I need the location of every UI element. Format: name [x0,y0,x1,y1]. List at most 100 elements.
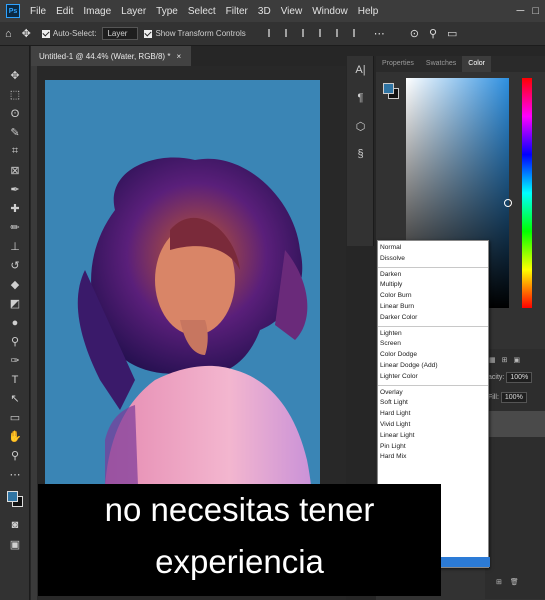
blend-color-burn[interactable]: Color Burn [378,291,488,302]
options-icon[interactable]: ▣ [514,356,521,364]
healing-icon[interactable]: ✚ [0,199,30,218]
rectangle-icon[interactable]: ▭ [0,408,30,427]
highlighted-blend-item[interactable] [440,557,490,567]
opacity-field[interactable]: 100% [506,372,533,383]
blend-linear-light[interactable]: Linear Light [378,431,488,442]
blend-dissolve[interactable]: Dissolve [378,254,488,265]
align-bottom-icon[interactable] [352,28,362,37]
pen-icon[interactable]: ✑ [0,351,30,370]
menu-file[interactable]: File [30,6,46,17]
layer-row-selected[interactable] [485,411,545,437]
blend-darken[interactable]: Darken [378,270,488,281]
fill-field[interactable]: 100% [500,392,527,403]
stamp-icon[interactable]: ⊥ [0,237,30,256]
tab-color[interactable]: Color [462,56,491,72]
panel-tabs: Properties Swatches Color [376,56,545,72]
character-panel-icon[interactable]: A| [347,56,374,84]
document-canvas[interactable] [45,80,320,540]
blend-multiply[interactable]: Multiply [378,280,488,291]
hue-slider[interactable] [522,78,532,308]
type-icon[interactable]: T [0,370,30,389]
move-icon[interactable]: ✥ [0,66,30,85]
auto-select-dropdown[interactable]: Layer [102,27,139,40]
crop-icon[interactable]: ⌗ [0,142,30,161]
eraser-icon[interactable]: ◆ [0,275,30,294]
foreground-color-swatch[interactable] [7,491,18,502]
auto-select-checkbox[interactable] [41,29,50,38]
blend-screen[interactable]: Screen [378,339,488,350]
bucket-icon[interactable]: ◩ [0,294,30,313]
eyedropper-icon[interactable]: ✒ [0,180,30,199]
blend-soft-light[interactable]: Soft Light [378,398,488,409]
tab-properties[interactable]: Properties [376,56,420,72]
menu-3d[interactable]: 3D [258,6,271,17]
align-top-icon[interactable] [318,28,328,37]
menu-view[interactable]: View [281,6,303,17]
menu-filter[interactable]: Filter [226,6,248,17]
move-tool-icon[interactable]: ✥ [22,27,31,40]
align-middle-icon[interactable] [335,28,345,37]
dodge-icon[interactable]: ⚲ [0,332,30,351]
delete-layer-icon[interactable]: 🗑 [510,578,519,586]
path-select-icon[interactable]: ↖ [0,389,30,408]
quick-mask-icon[interactable]: ◙ [0,515,30,534]
menu-layer[interactable]: Layer [121,6,146,17]
menu-help[interactable]: Help [358,6,379,17]
link-icon[interactable]: ⊞ [502,356,508,364]
workspace-icon[interactable]: ▭ [447,27,457,40]
more-icon[interactable]: ⋯ [0,465,30,484]
align-left-icon[interactable] [267,28,277,37]
tab-swatches[interactable]: Swatches [420,56,462,72]
panel-foreground-swatch[interactable] [383,83,394,94]
align-center-icon[interactable] [284,28,294,37]
3d-panel-icon[interactable]: ⬡ [347,112,374,140]
3d-mode-icon[interactable]: ⊙ [410,27,419,40]
home-icon[interactable]: ⌂ [5,28,12,40]
blend-lighten[interactable]: Lighten [378,329,488,340]
blend-vivid-light[interactable]: Vivid Light [378,420,488,431]
new-layer-icon[interactable]: ⊞ [496,578,502,586]
blend-hard-mix[interactable]: Hard Mix [378,452,488,463]
blend-linear-burn[interactable]: Linear Burn [378,302,488,313]
frame-icon[interactable]: ⊠ [0,161,30,180]
blend-pin-light[interactable]: Pin Light [378,442,488,453]
more-options-icon[interactable]: ⋯ [374,27,385,40]
caption-overlay: no necesitas tener experiencia [38,484,441,596]
hand-icon[interactable]: ✋ [0,427,30,446]
blend-linear-dodge[interactable]: Linear Dodge (Add) [378,361,488,372]
document-tab[interactable]: Untitled-1 @ 44.4% (Water, RGB/8) * × [31,46,191,66]
show-transform-checkbox[interactable] [144,29,153,38]
zoom-icon[interactable]: ⚲ [0,446,30,465]
paragraph-panel-icon[interactable]: ¶ [347,84,374,112]
photo-woman-artwork [77,157,314,540]
glyphs-panel-icon[interactable]: § [347,140,374,168]
menu-edit[interactable]: Edit [56,6,73,17]
document-title: Untitled-1 @ 44.4% (Water, RGB/8) * [39,51,171,61]
history-brush-icon[interactable]: ↺ [0,256,30,275]
lasso-icon[interactable]: ʘ [0,104,30,123]
marquee-icon[interactable]: ⬚ [0,85,30,104]
menu-bar: Ps File Edit Image Layer Type Select Fil… [0,0,545,22]
lock-icon[interactable]: ▦ [489,356,496,364]
menu-type[interactable]: Type [156,6,178,17]
blend-darker-color[interactable]: Darker Color [378,313,488,324]
blend-hard-light[interactable]: Hard Light [378,409,488,420]
blend-overlay[interactable]: Overlay [378,388,488,399]
blend-color-dodge[interactable]: Color Dodge [378,350,488,361]
menu-window[interactable]: Window [312,6,348,17]
photoshop-window: Ps File Edit Image Layer Type Select Fil… [0,0,545,600]
maximize-button[interactable]: □ [532,5,539,17]
quick-select-icon[interactable]: ✎ [0,123,30,142]
blend-normal[interactable]: Normal [378,243,488,254]
color-picker-cursor[interactable] [504,199,512,207]
align-right-icon[interactable] [301,28,311,37]
menu-select[interactable]: Select [188,6,216,17]
close-tab-icon[interactable]: × [176,52,181,61]
screen-mode-icon[interactable]: ▣ [0,535,30,554]
blur-icon[interactable]: ● [0,313,30,332]
minimize-button[interactable]: ─ [517,5,525,17]
brush-icon[interactable]: ✏ [0,218,30,237]
blend-lighter-color[interactable]: Lighter Color [378,372,488,383]
menu-image[interactable]: Image [83,6,111,17]
search-icon[interactable]: ⚲ [429,27,437,40]
